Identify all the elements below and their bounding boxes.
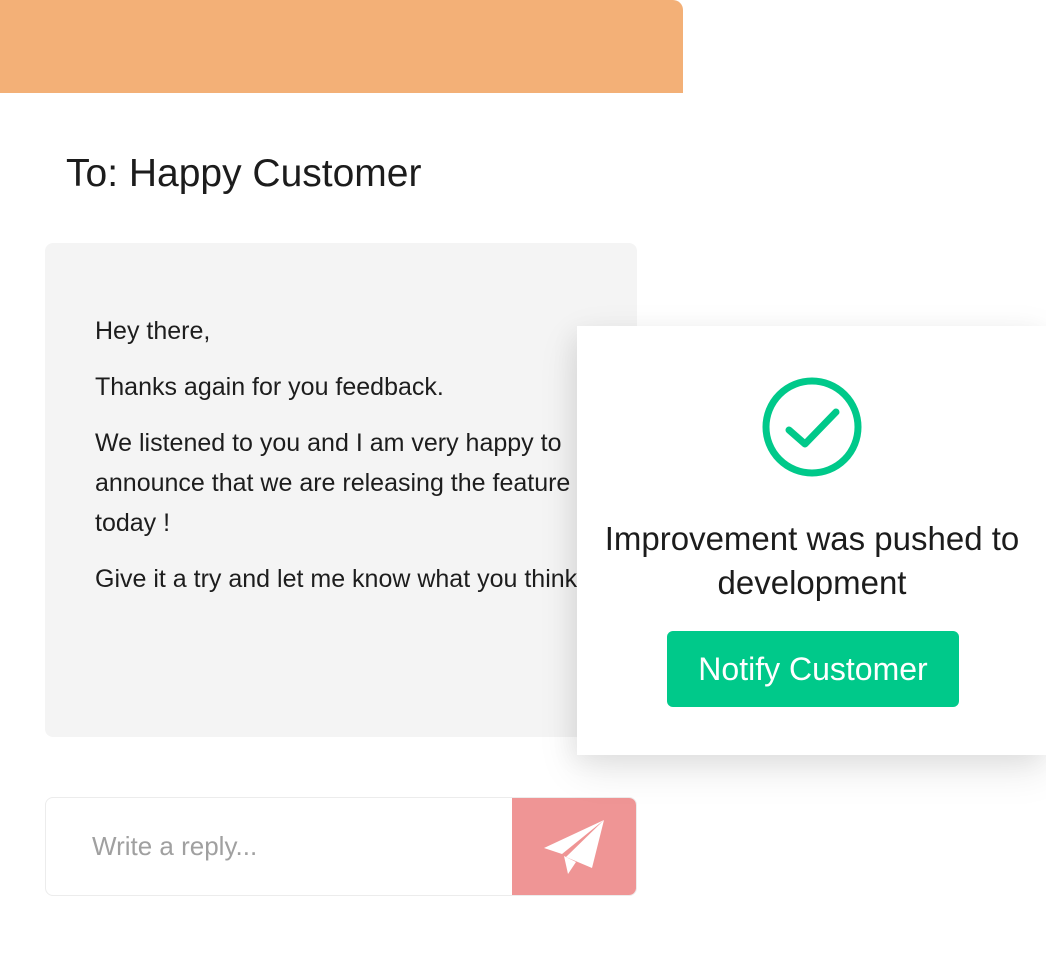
reply-bar xyxy=(45,797,637,896)
send-button[interactable] xyxy=(512,798,636,895)
message-paragraph: Thanks again for you feedback. xyxy=(95,373,444,401)
notify-customer-button[interactable]: Notify Customer xyxy=(667,631,959,707)
message-paragraph: Give it a try and let me know what you t… xyxy=(95,565,585,593)
notification-card: Improvement was pushed to development No… xyxy=(577,326,1046,755)
reply-input[interactable] xyxy=(46,798,514,895)
message-box: Hey there, Thanks again for you feedback… xyxy=(45,243,637,737)
notification-message: Improvement was pushed to development xyxy=(604,520,1020,601)
message-paragraph: Hey there, xyxy=(95,317,211,345)
check-circle-icon xyxy=(762,377,862,477)
message-paragraph: We listened to you and I am very happy t… xyxy=(95,429,571,537)
message-body: Hey there, Thanks again for you feedback… xyxy=(95,311,595,615)
stage: To: Happy Customer Hey there, Thanks aga… xyxy=(0,0,1046,953)
paper-plane-icon xyxy=(544,819,604,874)
recipient-label: To: Happy Customer xyxy=(66,152,422,195)
panel-header xyxy=(0,0,683,93)
